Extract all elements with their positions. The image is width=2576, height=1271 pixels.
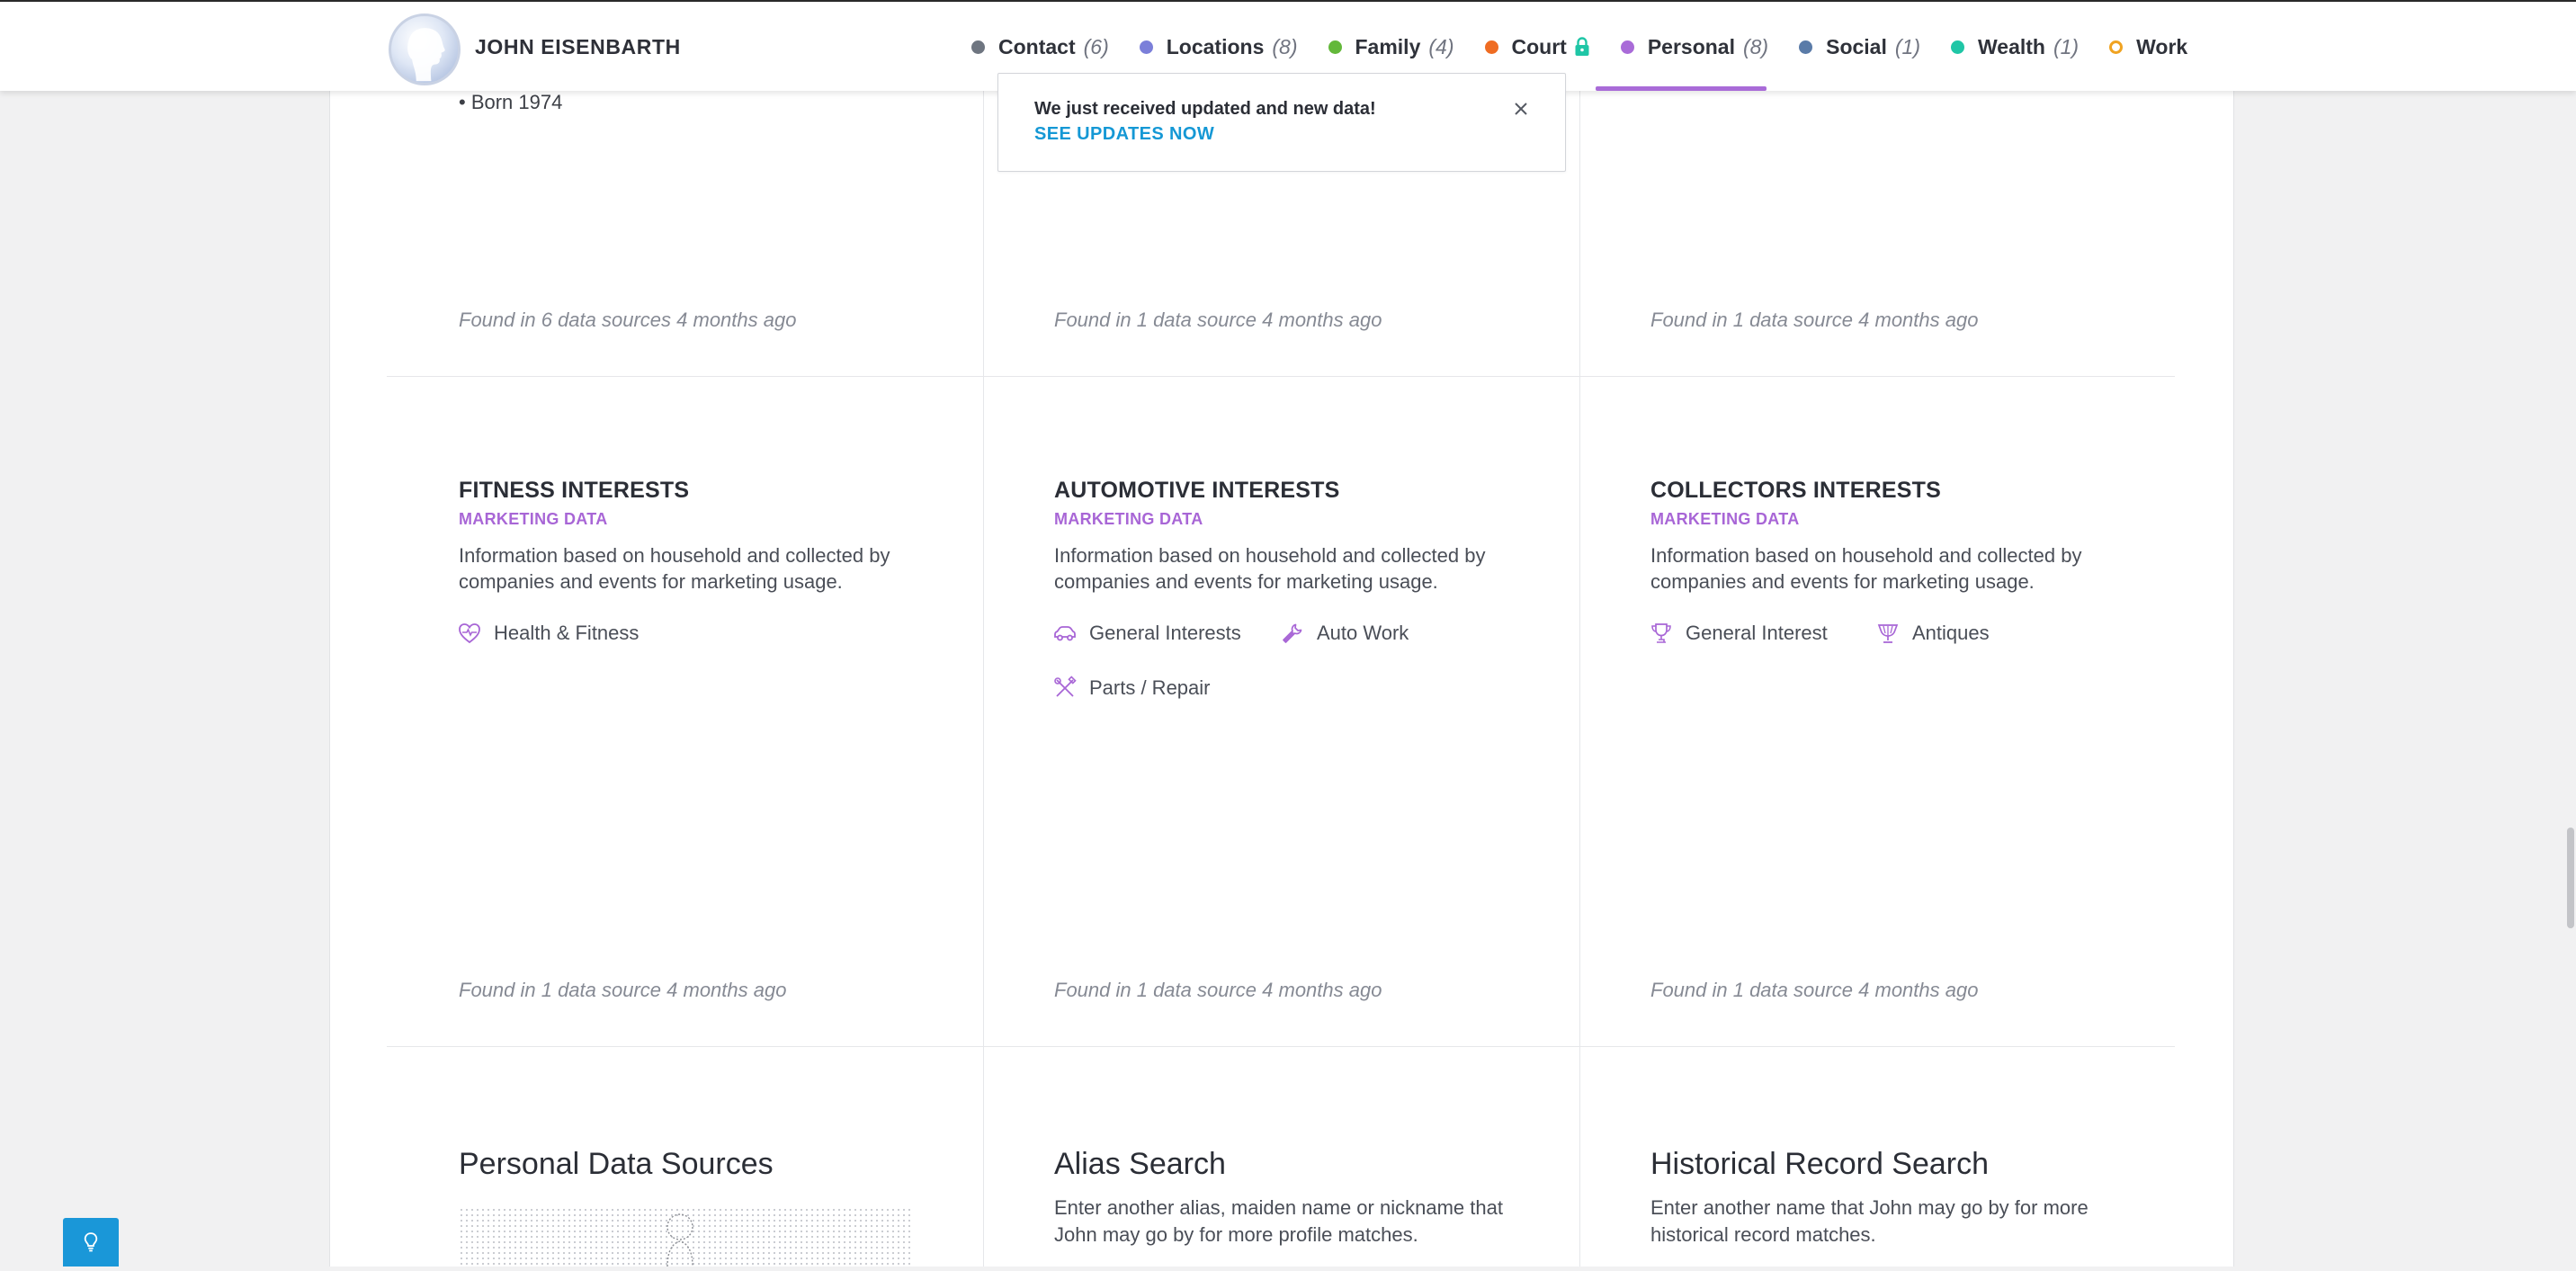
avatar[interactable] xyxy=(389,13,461,85)
column-divider xyxy=(983,88,984,1267)
see-updates-link[interactable]: SEE UPDATES NOW xyxy=(1034,124,1214,145)
nav-tab-label: Wealth xyxy=(1978,34,2045,58)
active-tab-indicator xyxy=(1596,86,1767,91)
found-sources-text: Found in 1 data source 4 months ago xyxy=(459,979,787,1001)
interest-tag[interactable]: Auto Work xyxy=(1280,621,1409,646)
found-sources-text: Found in 6 data sources 4 months ago xyxy=(459,309,797,331)
interest-tag-label: Antiques xyxy=(1912,622,1990,644)
interest-tag[interactable]: Health & Fitness xyxy=(457,621,639,646)
nav-tab-family[interactable]: Family (4) xyxy=(1328,35,1454,59)
historical-record-search-description: Enter another name that John may go by f… xyxy=(1650,1196,2089,1246)
chalice-icon xyxy=(1877,624,1899,643)
work-dot-icon xyxy=(2109,40,2124,54)
card-description: Information based on household and colle… xyxy=(1054,544,1486,593)
interest-tag[interactable]: General Interest xyxy=(1649,621,1828,646)
court-dot-icon xyxy=(1484,40,1498,54)
locations-dot-icon xyxy=(1139,40,1153,54)
updates-toast: We just received updated and new data! S… xyxy=(997,73,1566,172)
interest-tag[interactable]: General Interests xyxy=(1052,621,1241,646)
personal-dot-icon xyxy=(1620,40,1634,54)
wrench-icon xyxy=(1283,623,1302,643)
page-scrollbar[interactable] xyxy=(2567,828,2574,928)
trophy-icon xyxy=(1651,623,1671,643)
column-divider xyxy=(1579,88,1580,1267)
nav-tab-contact[interactable]: Contact (6) xyxy=(971,35,1109,59)
heart-pulse-icon xyxy=(459,623,480,644)
card-subtitle: MARKETING DATA xyxy=(1650,510,1800,528)
nav-tab-wealth[interactable]: Wealth (1) xyxy=(1951,35,2079,59)
nav-tab-label: Personal xyxy=(1647,34,1735,58)
nav-tab-count: (6) xyxy=(1083,34,1109,58)
row-divider xyxy=(387,376,2175,377)
nav-tab-label: Contact xyxy=(998,34,1076,58)
row-divider xyxy=(387,1046,2175,1047)
family-dot-icon xyxy=(1328,40,1342,54)
help-button[interactable] xyxy=(63,1218,119,1267)
interest-tag-label: Parts / Repair xyxy=(1089,676,1211,699)
card-title: COLLECTORS INTERESTS xyxy=(1650,478,1942,503)
data-sources-illustration xyxy=(459,1207,913,1267)
nav-tab-count: (8) xyxy=(1272,34,1298,58)
toast-message: We just received updated and new data! xyxy=(1034,99,1376,119)
found-sources-text: Found in 1 data source 4 months ago xyxy=(1650,979,1979,1001)
contact-dot-icon xyxy=(971,40,985,54)
social-dot-icon xyxy=(1799,40,1813,54)
interest-tag-label: General Interest xyxy=(1686,622,1828,644)
tools-icon xyxy=(1054,676,1077,697)
nav-tab-work[interactable]: Work xyxy=(2109,35,2187,59)
card-subtitle: MARKETING DATA xyxy=(459,510,608,528)
card-title: AUTOMOTIVE INTERESTS xyxy=(1054,478,1340,503)
person-figure-icon xyxy=(666,1213,693,1267)
nav-tab-count: (4) xyxy=(1428,34,1454,58)
content-panel xyxy=(329,88,2234,1267)
nav-tab-court[interactable]: Court xyxy=(1484,34,1590,59)
interest-tag[interactable]: Antiques xyxy=(1875,621,1990,646)
personal-data-sources-title: Personal Data Sources xyxy=(459,1147,774,1181)
car-icon xyxy=(1054,626,1076,641)
wealth-dot-icon xyxy=(1951,40,1964,54)
card-subtitle: MARKETING DATA xyxy=(1054,510,1203,528)
found-sources-text: Found in 1 data source 4 months ago xyxy=(1650,309,1979,331)
nav-tab-label: Court xyxy=(1511,34,1567,58)
close-icon[interactable] xyxy=(1511,99,1531,119)
found-sources-text: Found in 1 data source 4 months ago xyxy=(1054,979,1382,1001)
nav-tab-count: (1) xyxy=(2053,34,2080,58)
interest-tag-label: Auto Work xyxy=(1317,622,1409,644)
nav-tab-label: Work xyxy=(2136,34,2188,58)
alias-search-description: Enter another alias, maiden name or nick… xyxy=(1054,1196,1503,1246)
nav-tab-count: (1) xyxy=(1894,34,1920,58)
interest-tag-label: Health & Fitness xyxy=(494,622,640,644)
profile-name: JOHN EISENBARTH xyxy=(475,35,681,58)
person-silhouette-icon xyxy=(407,28,445,82)
alias-search-title: Alias Search xyxy=(1054,1147,1226,1181)
lightbulb-icon xyxy=(84,1232,98,1252)
found-sources-text: Found in 1 data source 4 months ago xyxy=(1054,309,1382,331)
nav-tab-social[interactable]: Social (1) xyxy=(1799,35,1920,59)
nav-tab-label: Social xyxy=(1826,34,1887,58)
interest-tag-label: General Interests xyxy=(1089,622,1241,644)
nav-tab-label: Family xyxy=(1355,34,1421,58)
nav-tab-count: (8) xyxy=(1742,34,1769,58)
card-title: FITNESS INTERESTS xyxy=(459,478,690,503)
born-fact: • Born 1974 xyxy=(459,91,563,113)
lock-icon xyxy=(1575,37,1589,56)
nav-tab-locations[interactable]: Locations (8) xyxy=(1139,34,1298,59)
nav-tab-personal[interactable]: Personal (8) xyxy=(1620,34,1769,59)
interest-tag[interactable]: Parts / Repair xyxy=(1052,676,1211,701)
historical-record-search-title: Historical Record Search xyxy=(1650,1147,1990,1181)
card-description: Information based on household and colle… xyxy=(459,544,890,593)
category-nav: Contact (6) Locations (8) Family (4) Cou… xyxy=(971,29,2218,65)
nav-tab-label: Locations xyxy=(1166,34,1265,58)
card-description: Information based on household and colle… xyxy=(1650,544,2082,593)
